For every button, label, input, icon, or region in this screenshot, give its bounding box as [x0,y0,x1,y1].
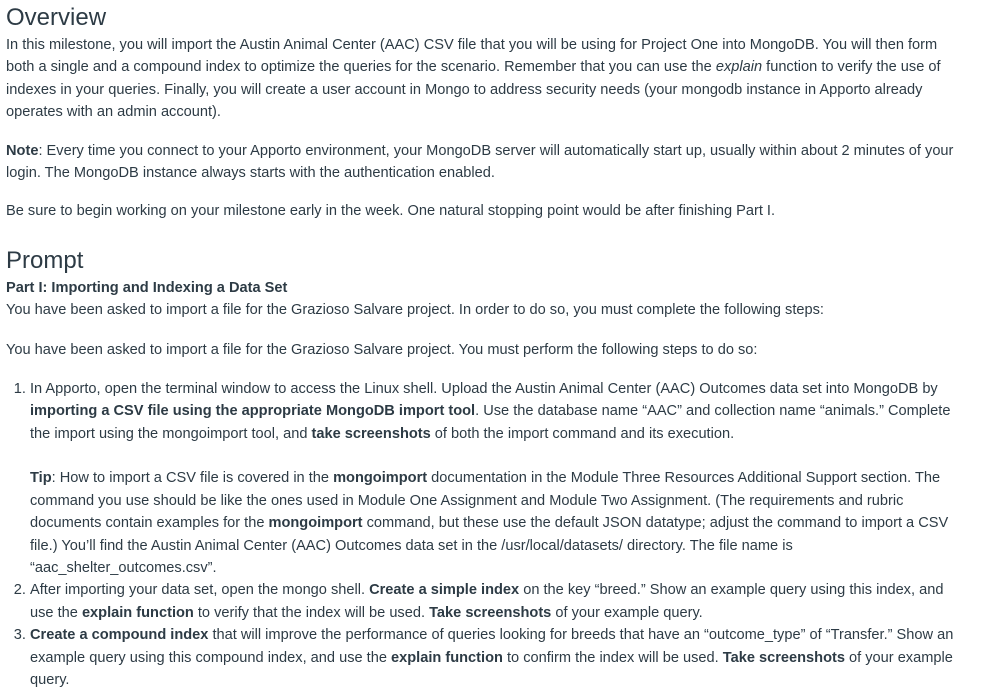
bold-run: mongoimport [333,470,428,487]
bold-run: Take screenshots [429,604,552,621]
part-one-intro-repeat: You have been asked to import a file for… [6,341,758,358]
part-one-intro: You have been asked to import a file for… [6,302,824,319]
step-text: After importing your data set, open the … [30,582,943,620]
bold-run: explain function [391,649,503,666]
text-run: After importing your data set, open the … [30,582,370,599]
overview-paragraph: In this milestone, you will import the A… [6,34,966,124]
text-run: of your example query. [551,604,703,621]
italic-run: explain [715,59,763,76]
bold-run: importing a CSV file using the appropria… [30,403,476,420]
tip-paragraph: Tip: How to import a CSV file is covered… [30,467,965,579]
step-text: In Apporto, open the terminal window to … [30,381,950,442]
bold-run: Take screenshots [722,649,845,666]
steps-list: In Apporto, open the terminal window to … [6,378,965,691]
text-run: : How to import a CSV file is covered in… [51,470,334,487]
step-item: In Apporto, open the terminal window to … [30,378,965,579]
text-run: to verify that the index will be used. [193,604,430,621]
text-run: In Apporto, open the terminal window to … [30,381,938,398]
bold-run: Create a compound index [30,627,209,644]
overview-begin-note: Be sure to begin working on your milesto… [6,203,776,220]
prompt-heading: Prompt [6,246,84,274]
overview-note: Note: Every time you connect to your App… [6,140,966,185]
bold-run: mongoimport [268,515,363,532]
step-item: Create a compound index that will improv… [30,624,965,691]
overview-heading: Overview [6,4,107,31]
step-item: After importing your data set, open the … [30,579,965,624]
bold-run: explain function [81,604,194,621]
text-run: of both the import command and its execu… [430,425,735,442]
page: Overview In this milestone, you will imp… [0,0,994,697]
text-run: : Every time you connect to your Apporto… [6,142,954,182]
bold-run: Tip [30,470,52,487]
bold-run: Create a simple index [369,582,520,599]
step-text: Create a compound index that will improv… [30,627,953,688]
bold-run: take screenshots [311,425,431,442]
part-one-heading: Part I: Importing and Indexing a Data Se… [6,279,288,296]
text-run: to confirm the index will be used. [502,649,723,666]
bold-run: Note [6,142,39,159]
